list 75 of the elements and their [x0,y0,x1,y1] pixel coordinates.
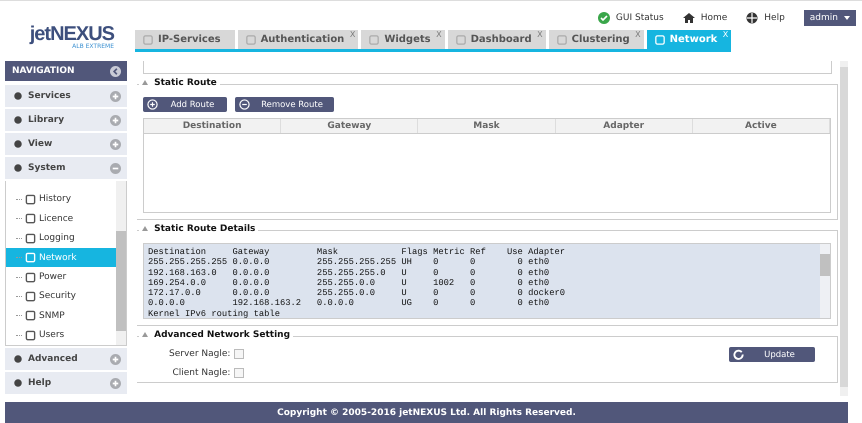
routing-table-line: 255.255.255.255 0.0.0.0 255.255.255.255 UH 0 0 0 eth0 [148,257,550,268]
tab[interactable]: Dashboard X [448,30,546,49]
item-icon [25,310,36,322]
section-title[interactable]: Static Route [139,78,220,88]
plus-circle-icon [110,114,121,126]
option-label: Client Nagle: [172,368,230,378]
section-title[interactable]: Advanced Network Setting [139,330,294,340]
option-label: Server Nagle: [169,349,230,359]
plus-circle-icon [110,90,121,102]
tab[interactable]: Widgets X [361,30,445,49]
nav-item[interactable]: Users [6,326,116,345]
copyright-text: Copyright © 2005-2016 jetNEXUS Ltd. All Rights Reserved. [277,408,576,418]
item-icon [25,252,36,264]
item-icon [25,290,36,302]
column-header[interactable]: Adapter [556,119,693,133]
item-icon [25,194,36,205]
remove-route-button[interactable]: Remove Route [235,97,334,112]
routing-table-line: 0.0.0.0 192.168.163.2 0.0.0.0 UG 0 0 0 eth0 [148,298,550,309]
item-icon [25,272,36,283]
column-header[interactable]: Destination [144,119,282,133]
page-scrollbar[interactable] [840,61,848,396]
nav-section[interactable]: Services [5,85,127,107]
navigation-title: NAVIGATION [12,66,75,76]
collapse-triangle-icon[interactable] [142,332,148,337]
section-title[interactable]: Static Route Details [139,224,258,234]
logo-text: jetNEXUS [30,24,114,44]
header-link[interactable]: GUI Status [598,12,664,24]
plus-circle-icon [110,354,121,364]
plus-circle-icon [147,99,158,110]
routing-table-line: Destination Gateway Mask Flags Metric Ref Use Adapter [148,247,566,258]
item-icon [25,213,36,224]
routing-table-line: Kernel IPv6 routing table [148,308,281,318]
nav-section[interactable]: System [5,157,127,179]
nav-item[interactable]: History [6,190,116,210]
nav-item[interactable]: Licence [6,209,116,229]
minus-circle-icon [110,162,121,174]
add-route-button[interactable]: Add Route [143,97,227,112]
caret-icon [844,16,850,20]
collapse-triangle-icon[interactable] [142,226,148,231]
nav-section[interactable]: Advanced [5,348,127,370]
home-icon [682,12,695,24]
tab[interactable]: Clustering X [548,30,644,49]
scrollbar[interactable] [820,244,830,318]
tab[interactable]: Authentication X [238,30,358,49]
routing-table-line: 172.17.0.0 0.0.0.0 255.255.0.0 U 0 0 0 docker0 [148,288,566,298]
nav-item[interactable]: SNMP [6,306,116,326]
minus-circle-icon [239,99,250,110]
check-circle-icon [598,12,610,24]
plus-circle-icon [110,378,121,388]
checkbox[interactable] [234,368,244,378]
nav-section[interactable]: Help [5,372,127,394]
user-menu[interactable]: admin [804,10,856,26]
nav-item[interactable]: Logging [6,228,116,248]
plus-circle-icon [110,138,121,150]
header-link[interactable]: Help [746,12,785,24]
nav-item[interactable]: Security [6,286,116,306]
update-button[interactable]: Update [729,347,815,362]
item-icon [25,232,36,244]
routing-table-line: 192.168.163.0 0.0.0.0 255.255.255.0 U 0 0 0 eth0 [148,268,550,278]
item-icon [25,330,36,341]
routing-table-line: 169.254.0.0 0.0.0.0 255.255.0.0 U 1002 0 0 eth0 [148,278,550,288]
column-header[interactable]: Gateway [281,119,418,133]
collapse-icon[interactable] [110,66,121,76]
scrollbar[interactable] [116,181,126,345]
tab[interactable]: IP-Services [135,30,235,49]
refresh-icon [733,349,744,360]
nav-section[interactable]: View [5,133,127,155]
header-link[interactable]: Home [682,12,728,24]
routing-table-text-area[interactable] [143,243,831,319]
column-header[interactable]: Active [692,119,830,133]
checkbox[interactable] [234,349,244,359]
nav-item[interactable]: Power [6,267,116,287]
nav-section[interactable]: Library [5,109,127,131]
collapse-triangle-icon[interactable] [142,80,148,85]
column-header[interactable]: Mask [418,119,556,133]
